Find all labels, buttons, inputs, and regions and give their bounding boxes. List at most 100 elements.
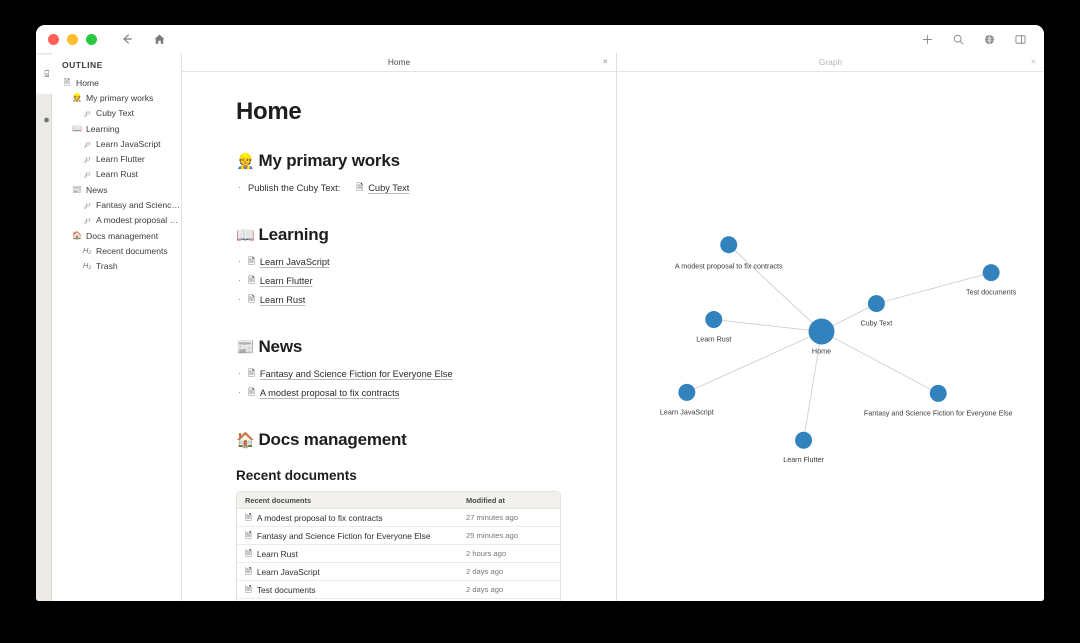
list-item: · 🗎 Fantasy and Science Fiction for Everyo…: [236, 364, 586, 383]
graph-node[interactable]: [720, 236, 738, 254]
list-item: · 🗎 Learn Flutter: [236, 271, 586, 290]
outline-grid-icon: ⌸: [44, 69, 49, 79]
sidebar-item-label: Cuby Text: [96, 108, 135, 119]
table-row[interactable]: 🗎 Learn Rust 2 hours ago: [237, 545, 560, 563]
sidebar-item-learning[interactable]: 📖 Learning: [52, 121, 181, 136]
back-arrow-icon[interactable]: [119, 31, 135, 47]
graph-tab-bar: Graph ×: [617, 53, 1044, 72]
tab-graph-label[interactable]: Graph: [819, 57, 842, 67]
table-header-modified: Modified at: [466, 495, 506, 505]
sidebar-title: OUTLINE: [62, 60, 103, 70]
table-cell-name-label: Test documents: [256, 584, 316, 595]
minimize-window-button[interactable]: [67, 33, 78, 45]
section-bullet-list: · 🗎 Learn JavaScript · 🗎 Learn Flutter · 🗎 Learn…: [236, 252, 586, 309]
section-emoji-icon: 👷: [236, 152, 255, 170]
sidebar-item-news[interactable]: 📰 News: [52, 182, 181, 197]
table-row[interactable]: 🗎 Test documents 2 days ago: [237, 581, 560, 599]
graph-node[interactable]: [795, 431, 813, 449]
graph-node[interactable]: [867, 295, 885, 313]
maximize-window-button[interactable]: [86, 33, 97, 45]
navigation-buttons: [119, 31, 167, 47]
sidebar-item-trash[interactable]: H₂ Trash: [52, 259, 181, 274]
document-icon: 🗎: [245, 548, 252, 559]
sidebar-item-home[interactable]: 🗎 Home: [52, 75, 181, 90]
table-header-row: Recent documents Modified at: [237, 492, 560, 509]
search-icon[interactable]: [951, 32, 966, 47]
document-icon: 🗎: [245, 512, 252, 523]
link-icon: ℘: [84, 138, 90, 148]
sidebar-item-learn-flutter[interactable]: ℘ Learn Flutter: [52, 151, 181, 166]
document-link[interactable]: Learn Rust: [260, 295, 305, 305]
graph-node[interactable]: [705, 311, 723, 329]
sidebar-item-fantasy-and-scienc[interactable]: ℘ Fantasy and Scienc…: [52, 197, 181, 212]
graph-node[interactable]: [808, 318, 835, 345]
emoji-icon: 📖: [72, 123, 82, 133]
table-row[interactable]: 🗎 Fantasy and Science Fiction for Everyon…: [237, 527, 560, 545]
plus-icon[interactable]: [920, 32, 935, 47]
graph-node[interactable]: [982, 264, 1000, 282]
outline-list: 🗎 Home 👷 My primary works ℘ Cuby Text 📖 Learnin…: [52, 75, 181, 274]
table-row[interactable]: 🗎 A modest proposal to fix contracts 27 mi…: [237, 509, 560, 527]
table-row[interactable]: 🗎Cuby Text2 days ago: [237, 599, 560, 601]
rail-item-outline[interactable]: ⌸ Outline: [36, 55, 52, 94]
sidebar-item-recent-documents[interactable]: H₂ Recent documents: [52, 243, 181, 258]
close-icon[interactable]: ×: [603, 57, 608, 67]
rail-item-outline-label: Outline: [36, 61, 38, 88]
table-cell-name-label: Fantasy and Science Fiction for Everyone…: [256, 530, 431, 541]
section-heading-label: Docs management: [258, 430, 407, 449]
window-body: ⌸ Outline ✸ Extensions OUTLINE 🗎Home👷My …: [36, 53, 1044, 601]
bullet-marker-icon: ·: [238, 294, 241, 304]
list-item: · 🗎 A modest proposal to fix contracts: [236, 383, 586, 402]
list-item-text: Publish the Cuby Text:: [248, 182, 341, 193]
document-link[interactable]: Fantasy and Science Fiction for Everyone…: [260, 369, 453, 379]
document-icon: 🗎: [63, 77, 71, 87]
table-cell-name-label: Learn Rust: [256, 548, 298, 559]
document-link[interactable]: Learn JavaScript: [260, 257, 330, 267]
table-cell-modified: 25 minutes ago: [466, 531, 518, 540]
document-link[interactable]: A modest proposal to fix contracts: [260, 388, 400, 398]
sidebar-item-docs-management[interactable]: 🏠 Docs management: [52, 228, 181, 243]
table-cell-name: 🗎 A modest proposal to fix contracts: [237, 513, 464, 523]
tab-home-label[interactable]: Home: [388, 57, 410, 67]
table-row[interactable]: 🗎 Learn JavaScript 2 days ago: [237, 563, 560, 581]
sidebar-item-cuby-text[interactable]: ℘ Cuby Text: [52, 106, 181, 121]
document-icon: 🗎: [356, 182, 364, 193]
document-icon: 🗎: [248, 275, 255, 286]
table-cell-name-label: Learn JavaScript: [256, 566, 320, 577]
table-cell-name: 🗎 Learn JavaScript: [237, 567, 464, 577]
home-icon[interactable]: [151, 31, 167, 47]
globe-icon[interactable]: [982, 32, 997, 47]
document-icon: 🗎: [248, 256, 255, 267]
table-cell-modified: 2 hours ago: [466, 549, 507, 558]
graph-node[interactable]: [678, 383, 696, 401]
graph-node[interactable]: [929, 384, 947, 402]
sidebar-item-label: My primary works: [86, 92, 154, 103]
document-link[interactable]: Learn Flutter: [260, 276, 313, 286]
bullet-marker-icon: ·: [238, 368, 241, 378]
section-heading-label: Learning: [258, 225, 329, 244]
title-bar: [36, 25, 1044, 53]
sidebar-item-label: Learn Rust: [96, 169, 139, 180]
sidebar-item-learn-javascript[interactable]: ℘ Learn JavaScript: [52, 136, 181, 151]
document-link[interactable]: Cuby Text: [368, 183, 409, 193]
sidebar-item-learn-rust[interactable]: ℘ Learn Rust: [52, 167, 181, 182]
graph-canvas[interactable]: Home A modest proposal to fix contracts Le…: [617, 72, 1044, 601]
graph-edge: [728, 244, 822, 332]
sidebar-item-my-primary-works[interactable]: 👷 My primary works: [52, 90, 181, 105]
sidebar-item-a-modest-proposal[interactable]: ℘ A modest proposal …: [52, 213, 181, 228]
split-panel-icon[interactable]: [1013, 32, 1028, 47]
sidebar-item-label: News: [86, 184, 108, 195]
close-icon[interactable]: ×: [1031, 57, 1036, 67]
section-heading: 👷 My primary works: [236, 151, 586, 171]
sidebar-item-label: Recent documents: [96, 245, 168, 256]
editor-panes: Home × Home 👷 My primary works · Publish th…: [182, 53, 1044, 601]
document-icon: 🗎: [245, 530, 252, 541]
titlebar-toolbar: [920, 32, 1032, 47]
table-cell-modified: 2 days ago: [466, 585, 504, 594]
link-icon: ℘: [84, 154, 90, 164]
bullet-marker-icon: ·: [238, 182, 241, 192]
graph-edge: [713, 319, 822, 332]
close-window-button[interactable]: [48, 33, 59, 45]
graph-node-label: Learn JavaScript: [660, 408, 714, 416]
rail-item-extensions[interactable]: ✸ Extensions: [36, 94, 52, 147]
